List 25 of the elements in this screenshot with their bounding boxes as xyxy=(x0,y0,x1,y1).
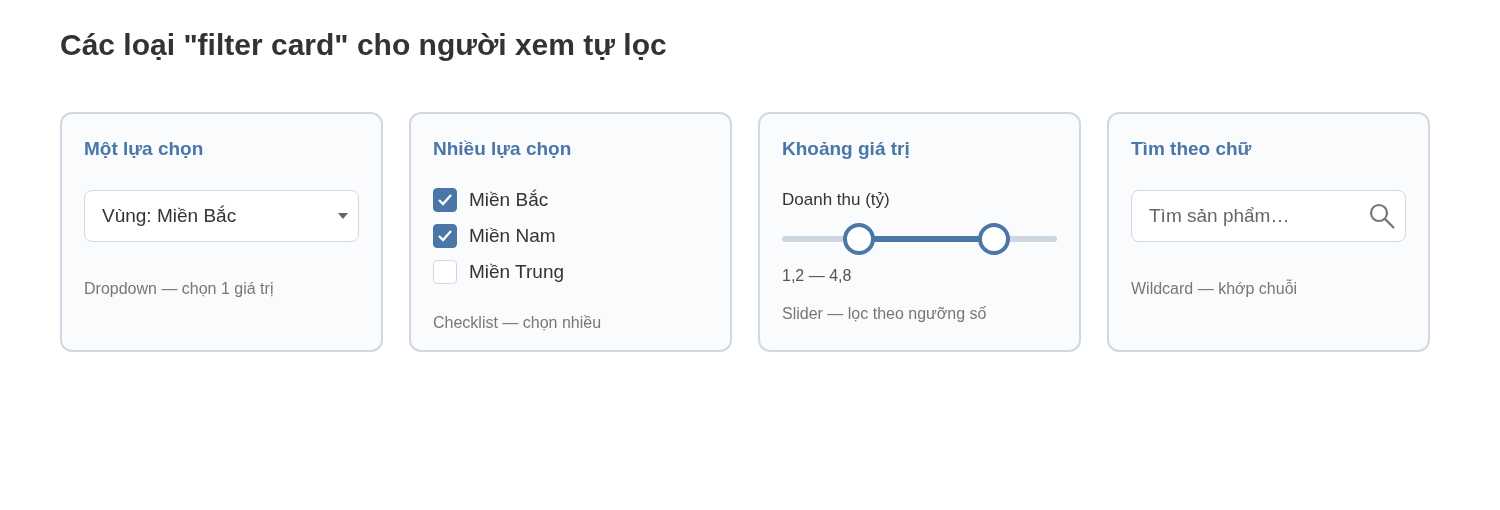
slider-thumb[interactable] xyxy=(977,223,1010,255)
checkbox[interactable] xyxy=(433,224,457,248)
slider-label: Doanh thu (tỷ) xyxy=(782,190,890,210)
checkbox-label: Miền Bắc xyxy=(469,189,549,211)
slider-thumb[interactable] xyxy=(843,223,875,255)
search-field[interactable]: Tìm sản phẩm… xyxy=(1131,190,1406,242)
card-title: Khoảng giá trị xyxy=(782,138,910,160)
card-note: Dropdown — chọn 1 giá trị xyxy=(84,280,274,298)
range-slider[interactable] xyxy=(782,223,1057,255)
card-note: Checklist — chọn nhiều xyxy=(433,314,602,332)
card-note: Wildcard — khớp chuỗi xyxy=(1131,280,1298,298)
checkbox-label: Miền Nam xyxy=(469,225,556,247)
region-dropdown[interactable]: Vùng: Miền Bắc xyxy=(84,190,359,242)
caret-icon xyxy=(338,213,348,219)
search-icon xyxy=(1368,202,1396,230)
card-note: Slider — lọc theo ngưỡng số xyxy=(782,305,987,323)
checkbox[interactable] xyxy=(433,188,457,212)
card-title: Tìm theo chữ xyxy=(1131,138,1252,160)
checkbox-label: Miền Trung xyxy=(469,261,565,283)
range-reading: 1,2 — 4,8 xyxy=(782,267,852,285)
checkmark-icon xyxy=(437,228,453,244)
page-title: Các loại "filter card" cho người xem tự lọc xyxy=(60,28,667,62)
card-title: Nhiều lựa chọn xyxy=(433,138,572,160)
card-title: Một lựa chọn xyxy=(84,138,204,160)
checkmark-icon xyxy=(437,192,453,208)
